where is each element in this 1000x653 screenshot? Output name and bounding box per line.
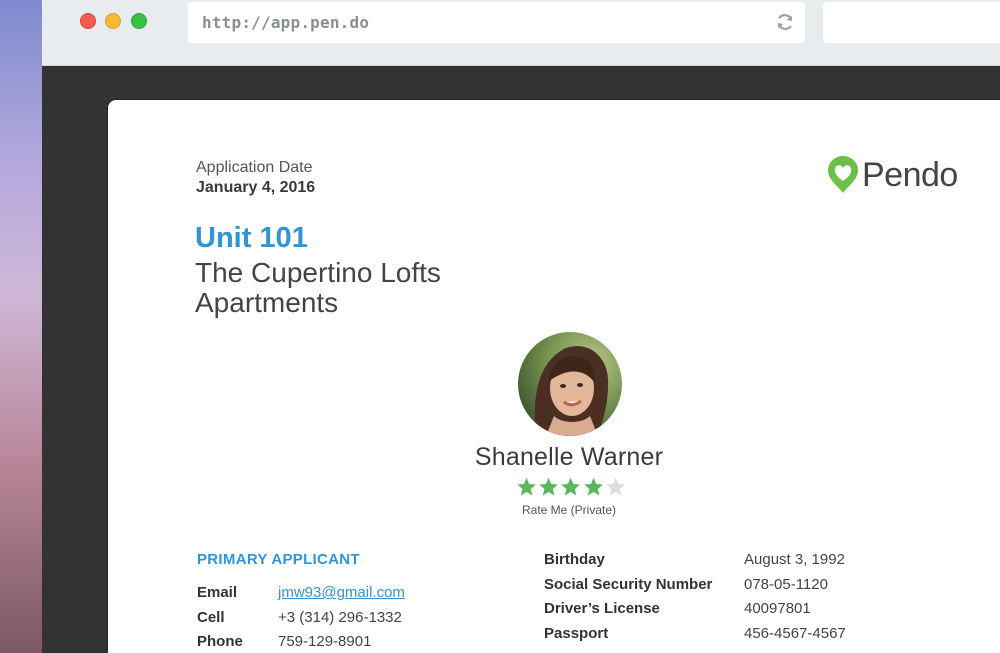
- unit-title: Unit 101: [195, 222, 308, 254]
- address-bar-url: http://app.pen.do: [202, 13, 370, 32]
- email-link[interactable]: jmw93@gmail.com: [278, 584, 405, 601]
- star-icon[interactable]: [516, 476, 537, 498]
- pendo-heart-pin-icon: [828, 156, 858, 193]
- drivers-license-label: Driver’s License: [544, 600, 660, 617]
- phone-label: Phone: [197, 633, 243, 650]
- ssn-value: 078-05-1120: [744, 576, 828, 593]
- maximize-window-button[interactable]: [131, 13, 147, 29]
- browser-toolbar: http://app.pen.do: [42, 0, 1000, 66]
- birthday-value: August 3, 1992: [744, 551, 845, 568]
- browser-window: http://app.pen.do Application Date Janua…: [42, 0, 1000, 653]
- applicant-avatar: [518, 332, 622, 436]
- passport-value: 456-4567-4567: [744, 625, 846, 642]
- cell-value: +3 (314) 296-1332: [278, 609, 402, 626]
- phone-value: 759-129-8901: [278, 633, 372, 650]
- star-empty-icon[interactable]: [605, 476, 626, 498]
- ssn-label: Social Security Number: [544, 576, 713, 593]
- close-window-button[interactable]: [80, 13, 96, 29]
- passport-label: Passport: [544, 625, 609, 642]
- reload-icon[interactable]: [775, 12, 795, 32]
- rating-label: Rate Me (Private): [521, 503, 617, 517]
- application-page: Application Date January 4, 2016 Pendo U…: [108, 100, 1000, 653]
- minimize-window-button[interactable]: [105, 13, 121, 29]
- star-icon[interactable]: [560, 476, 581, 498]
- pendo-logo: Pendo: [826, 154, 958, 196]
- star-icon[interactable]: [583, 476, 604, 498]
- desktop-background: [0, 0, 42, 653]
- email-label: Email: [197, 584, 238, 601]
- cell-label: Cell: [197, 609, 225, 626]
- birthday-label: Birthday: [544, 551, 605, 568]
- property-name: The Cupertino Lofts Apartments: [195, 257, 441, 318]
- drivers-license-value: 40097801: [744, 600, 811, 617]
- star-rating[interactable]: [516, 476, 626, 498]
- application-date-label: Application Date: [196, 159, 313, 176]
- application-date-value: January 4, 2016: [196, 179, 316, 196]
- section-title-primary-applicant: PRIMARY APPLICANT: [197, 551, 360, 568]
- star-icon[interactable]: [538, 476, 559, 498]
- applicant-name: Shanelle Warner: [474, 443, 664, 471]
- address-bar[interactable]: http://app.pen.do: [188, 2, 805, 43]
- logo-text: Pendo: [862, 155, 958, 194]
- search-field[interactable]: [823, 2, 1000, 43]
